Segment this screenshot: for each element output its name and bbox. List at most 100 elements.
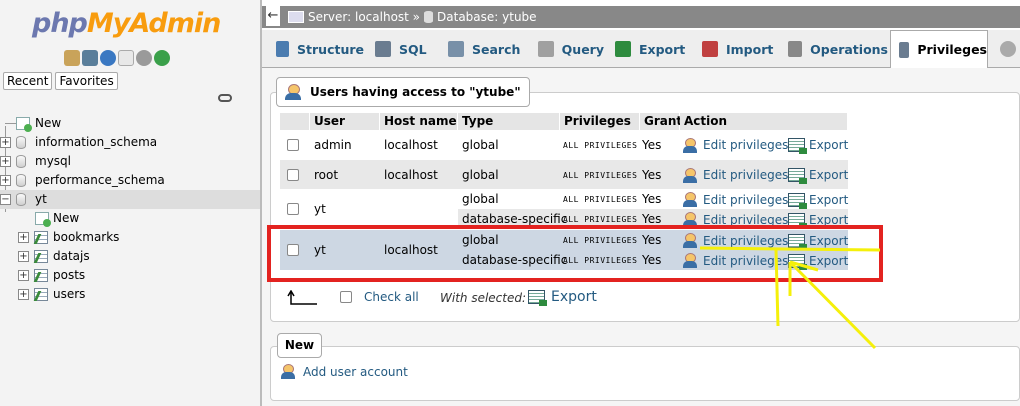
edit-user-icon — [683, 167, 699, 183]
column-header-type[interactable]: Type — [458, 113, 560, 130]
user-name: admin — [314, 137, 352, 152]
expand-icon[interactable]: + — [0, 156, 11, 167]
tree-item-label: New — [53, 211, 80, 225]
database-icon — [16, 193, 26, 206]
row-checkbox[interactable] — [287, 138, 299, 151]
tree-item-users[interactable]: + users — [0, 285, 260, 304]
host-name: localhost — [384, 137, 438, 152]
collapse-icon[interactable]: − — [0, 194, 11, 205]
export-label: Export — [809, 253, 849, 268]
favorites-tab[interactable]: Favorites — [55, 72, 118, 90]
tree-item-information-schema[interactable]: + information_schema — [0, 133, 260, 152]
row-checkbox[interactable] — [287, 244, 299, 256]
row-checkbox[interactable] — [287, 203, 299, 215]
recent-tab[interactable]: Recent — [3, 72, 53, 90]
users-legend: Users having access to "ytube" — [276, 77, 530, 107]
edit-privileges-link[interactable]: Edit privileges — [683, 210, 788, 229]
tab-operations[interactable]: Operations — [780, 30, 888, 68]
column-header-action[interactable]: Action — [680, 113, 848, 130]
expand-icon[interactable]: + — [18, 251, 29, 262]
privileges-value: ALL PRIVILEGES — [563, 195, 638, 204]
grant-value: Yes — [642, 137, 662, 152]
check-all-checkbox[interactable] — [340, 291, 352, 303]
tree-item-mysql[interactable]: + mysql — [0, 152, 260, 171]
row-checkbox[interactable] — [287, 168, 299, 181]
column-header-privileges[interactable]: Privileges — [560, 113, 640, 130]
tab-import[interactable]: Import — [694, 30, 778, 68]
column-header-user-name[interactable]: User name — [310, 113, 380, 145]
edit-privileges-link[interactable]: Edit privileges — [683, 166, 788, 185]
tab-sql[interactable]: SQL — [367, 30, 437, 68]
add-user-label: Add user account — [303, 364, 408, 379]
export-user-link[interactable]: Export — [788, 251, 848, 270]
check-all-label[interactable]: Check all — [364, 290, 419, 304]
search-icon — [448, 41, 464, 57]
export-icon — [788, 253, 807, 270]
tree-item-datajs[interactable]: + datajs — [0, 247, 260, 266]
gear-icon[interactable] — [136, 50, 152, 66]
export-user-link[interactable]: Export — [788, 231, 848, 250]
column-header-host-name[interactable]: Host name — [380, 113, 458, 130]
export-icon — [788, 212, 807, 229]
breadcrumb: Server: localhost » Database: ytube — [288, 6, 537, 28]
export-user-link[interactable]: Export — [788, 136, 848, 155]
expand-icon[interactable]: + — [0, 137, 11, 148]
export-user-link[interactable]: Export — [788, 210, 848, 229]
tree-item-label: datajs — [53, 249, 90, 263]
phpmyadmin-logo[interactable]: phpMyAdmin — [32, 8, 221, 39]
edit-privileges-label: Edit privileges — [703, 233, 789, 248]
user-name: root — [314, 167, 339, 182]
tree-item-bookmarks[interactable]: + bookmarks — [0, 228, 260, 247]
return-arrow-icon — [287, 290, 317, 305]
edit-privileges-label: Edit privileges — [703, 192, 789, 207]
tab-structure[interactable]: Structure — [268, 30, 364, 68]
tab-privileges[interactable]: Privileges — [890, 30, 988, 69]
database-tree: New + information_schema + mysql + performance… — [0, 114, 260, 304]
breadcrumb-database[interactable]: Database: ytube — [437, 6, 537, 28]
logout-icon[interactable] — [82, 50, 98, 66]
edit-user-icon — [683, 137, 699, 153]
tab-label: SQL — [399, 41, 427, 57]
home-icon[interactable] — [64, 50, 80, 66]
tree-item-New[interactable]: New — [0, 209, 260, 228]
grant-value: Yes — [642, 233, 662, 247]
link-icon[interactable] — [218, 94, 232, 102]
edit-privileges-link[interactable]: Edit privileges — [683, 251, 788, 270]
docs-icon[interactable] — [118, 50, 134, 66]
back-arrow-icon[interactable]: ← — [266, 6, 280, 26]
export-label: Export — [809, 138, 849, 152]
grant-value: Yes — [642, 167, 662, 182]
tab-label: Import — [726, 41, 774, 57]
tree-item-performance-schema[interactable]: + performance_schema — [0, 171, 260, 190]
tree-item-label: mysql — [35, 154, 71, 168]
export-selected-button[interactable]: Export — [528, 289, 597, 306]
table-icon — [34, 288, 48, 301]
more-tabs-icon[interactable] — [1000, 41, 1016, 57]
expand-icon[interactable]: + — [18, 289, 29, 300]
expand-icon[interactable]: + — [18, 270, 29, 281]
help-icon[interactable] — [100, 50, 116, 66]
add-user-link[interactable]: Add user account — [281, 364, 408, 379]
table-icon — [34, 250, 48, 263]
edit-privileges-link[interactable]: Edit privileges — [683, 190, 788, 209]
breadcrumb-server[interactable]: Server: localhost » — [308, 6, 420, 28]
export-user-link[interactable]: Export — [788, 166, 848, 185]
edit-privileges-link[interactable]: Edit privileges — [683, 231, 788, 250]
operations-icon — [788, 41, 803, 57]
tab-search[interactable]: Search — [440, 30, 528, 68]
column-header-grant[interactable]: Grant — [640, 113, 682, 130]
reload-icon[interactable] — [154, 50, 170, 66]
table-icon — [34, 269, 48, 282]
privileges-value: ALL PRIVILEGES — [563, 236, 638, 245]
tab-label: Search — [472, 41, 521, 57]
export-user-link[interactable]: Export — [788, 190, 848, 209]
tab-query[interactable]: Query — [530, 30, 604, 68]
tab-export[interactable]: Export — [607, 30, 691, 68]
tree-item-New[interactable]: New — [0, 114, 260, 133]
edit-privileges-link[interactable]: Edit privileges — [683, 136, 788, 155]
tree-item-posts[interactable]: + posts — [0, 266, 260, 285]
expand-icon[interactable]: + — [18, 232, 29, 243]
expand-icon[interactable]: + — [0, 175, 11, 186]
export-icon — [788, 168, 807, 184]
tree-item-yt[interactable]: − yt — [0, 190, 260, 209]
